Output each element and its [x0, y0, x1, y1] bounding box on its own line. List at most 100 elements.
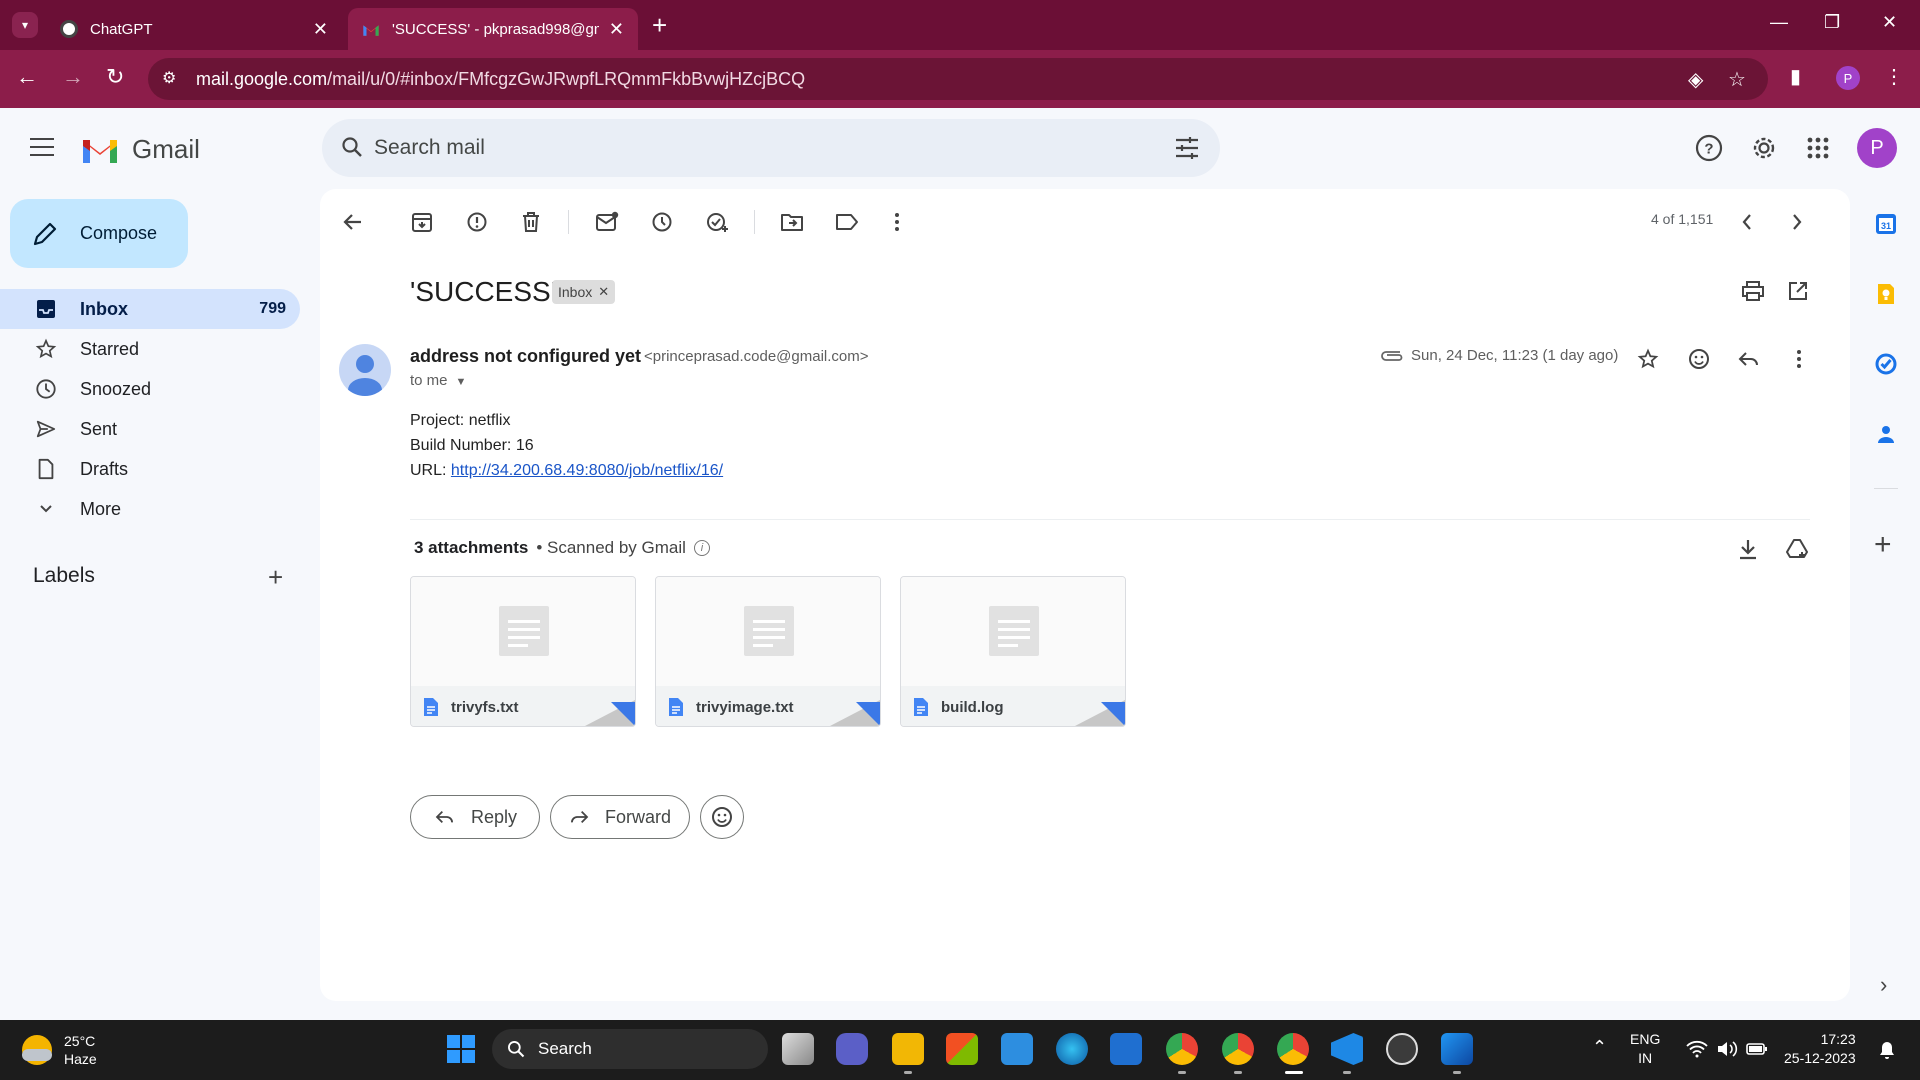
microsoft-store-icon[interactable]	[946, 1033, 978, 1065]
restore-icon[interactable]: ❐	[1824, 12, 1840, 33]
keyboard-app-icon[interactable]	[1001, 1033, 1033, 1065]
add-to-drive-icon[interactable]	[1785, 536, 1811, 562]
tab-close-icon[interactable]: ✕	[313, 19, 328, 40]
wifi-icon[interactable]	[1686, 1040, 1708, 1058]
media-player-icon[interactable]	[1386, 1033, 1418, 1065]
file-explorer-icon[interactable]	[892, 1033, 924, 1065]
move-to-folder-icon[interactable]	[777, 207, 807, 237]
emoji-react-button[interactable]	[700, 795, 744, 839]
download-all-icon[interactable]	[1735, 536, 1761, 562]
report-spam-icon[interactable]	[462, 207, 492, 237]
side-panel-icon[interactable]: ▮	[1790, 64, 1801, 89]
taskbar-search[interactable]: Search	[492, 1029, 768, 1069]
add-label-icon[interactable]: +	[268, 562, 283, 593]
weather-widget[interactable]: 25°C Haze	[22, 1032, 97, 1068]
emoji-reaction-icon[interactable]	[1686, 346, 1712, 372]
archive-icon[interactable]	[407, 207, 437, 237]
chrome-profile-1-icon[interactable]	[1166, 1033, 1198, 1065]
caret-down-icon[interactable]: ▼	[456, 376, 467, 388]
google-contacts-icon[interactable]	[1874, 422, 1898, 446]
task-view-icon[interactable]	[782, 1033, 814, 1065]
volume-icon[interactable]	[1716, 1040, 1738, 1058]
window-close-icon[interactable]: ✕	[1882, 12, 1897, 33]
tab-gmail[interactable]: 'SUCCESS' - pkprasad998@gmail.com ✕	[348, 8, 638, 50]
nav-item-inbox[interactable]: Inbox 799	[0, 289, 300, 329]
attachment-card[interactable]: build.log	[900, 576, 1126, 727]
edge-browser-icon[interactable]	[1056, 1033, 1088, 1065]
open-in-new-window-icon[interactable]	[1783, 276, 1813, 306]
chrome-profile-3-icon[interactable]	[1277, 1033, 1309, 1065]
forward-button[interactable]: Forward	[550, 795, 690, 839]
minimize-icon[interactable]: —	[1770, 12, 1788, 33]
reply-arrow-icon[interactable]	[1736, 346, 1762, 372]
help-icon[interactable]: ?	[1694, 133, 1724, 163]
add-addon-icon[interactable]: +	[1874, 528, 1892, 562]
tab-search-dropdown-icon[interactable]: ▾	[12, 12, 38, 38]
search-input[interactable]	[374, 119, 1134, 177]
more-options-icon[interactable]	[882, 207, 912, 237]
info-icon[interactable]: i	[693, 540, 710, 556]
google-tasks-icon[interactable]	[1874, 352, 1898, 376]
star-icon[interactable]	[1635, 346, 1661, 372]
nav-item-starred[interactable]: Starred	[0, 329, 300, 369]
reload-icon[interactable]: ↻	[106, 64, 124, 90]
sender-name[interactable]: address not configured yet	[410, 346, 641, 367]
snooze-clock-icon[interactable]	[647, 207, 677, 237]
bookmark-star-icon[interactable]: ☆	[1728, 67, 1746, 92]
expand-side-panel-icon[interactable]: ›	[1880, 972, 1887, 998]
mark-unread-icon[interactable]	[592, 207, 622, 237]
remove-label-icon[interactable]: ✕	[598, 284, 609, 300]
attachment-card[interactable]: trivyfs.txt	[410, 576, 636, 727]
reply-button[interactable]: Reply	[410, 795, 540, 839]
attachment-card[interactable]: trivyimage.txt	[655, 576, 881, 727]
sender-avatar-icon[interactable]	[339, 344, 391, 396]
inbox-label-chip[interactable]: Inbox ✕	[552, 280, 616, 304]
message-more-options-icon[interactable]	[1786, 346, 1812, 372]
nav-item-drafts[interactable]: Drafts	[0, 449, 300, 489]
vscode-icon[interactable]	[1331, 1033, 1363, 1065]
mail-app-icon[interactable]	[1110, 1033, 1142, 1065]
notification-bell-icon[interactable]	[1878, 1040, 1896, 1060]
new-tab-icon[interactable]: +	[652, 10, 667, 41]
browser-profile-avatar[interactable]: P	[1836, 66, 1860, 90]
account-avatar[interactable]: P	[1857, 128, 1897, 168]
nav-item-snoozed[interactable]: Snoozed	[0, 369, 300, 409]
delete-trash-icon[interactable]	[516, 207, 546, 237]
apps-grid-icon[interactable]	[1803, 133, 1833, 163]
main-menu-icon[interactable]	[30, 138, 54, 162]
older-chevron-right-icon[interactable]	[1782, 207, 1812, 237]
forward-arrow-icon[interactable]: →	[62, 64, 84, 90]
windows-taskbar: 25°C Haze Search ⌃ ENG IN 17:23 25-12-20…	[0, 1020, 1920, 1080]
jenkins-job-link[interactable]: http://34.200.68.49:8080/job/netflix/16/	[451, 462, 723, 479]
recipient-details[interactable]: to me ▼	[410, 372, 466, 389]
google-calendar-icon[interactable]: 31	[1874, 212, 1898, 236]
show-hidden-icons-chevron-icon[interactable]: ⌃	[1592, 1038, 1607, 1057]
google-keep-icon[interactable]	[1874, 282, 1898, 306]
back-to-inbox-icon[interactable]	[338, 207, 368, 237]
nav-item-more[interactable]: More	[0, 489, 300, 529]
photos-app-icon[interactable]	[1441, 1033, 1473, 1065]
extension-icon[interactable]: ◈	[1688, 67, 1703, 92]
settings-gear-icon[interactable]	[1749, 133, 1779, 163]
chrome-profile-2-icon[interactable]	[1222, 1033, 1254, 1065]
newer-chevron-left-icon[interactable]	[1732, 207, 1762, 237]
tab-chatgpt[interactable]: ChatGPT ✕	[46, 8, 342, 50]
search-options-icon[interactable]	[1174, 135, 1200, 161]
nav-item-sent[interactable]: Sent	[0, 409, 300, 449]
omnibox[interactable]: ⚙ mail.google.com/mail/u/0/#inbox/FMfcgz…	[148, 58, 1768, 100]
language-indicator[interactable]: ENG IN	[1630, 1030, 1660, 1068]
url-text[interactable]: mail.google.com/mail/u/0/#inbox/FMfcgzGw…	[196, 69, 805, 90]
print-icon[interactable]	[1738, 276, 1768, 306]
add-to-tasks-icon[interactable]	[703, 207, 733, 237]
battery-icon[interactable]	[1746, 1041, 1768, 1057]
teams-chat-icon[interactable]	[836, 1033, 868, 1065]
back-arrow-icon[interactable]: ←	[16, 64, 38, 90]
compose-button[interactable]: Compose	[10, 199, 188, 268]
browser-menu-icon[interactable]: ⋮	[1884, 64, 1904, 89]
clock[interactable]: 17:23 25-12-2023	[1784, 1030, 1856, 1068]
tab-close-icon[interactable]: ✕	[609, 19, 624, 40]
windows-start-icon[interactable]	[446, 1034, 476, 1064]
search-icon[interactable]	[340, 135, 364, 159]
site-info-icon[interactable]: ⚙	[162, 68, 176, 88]
label-tag-icon[interactable]	[832, 207, 862, 237]
